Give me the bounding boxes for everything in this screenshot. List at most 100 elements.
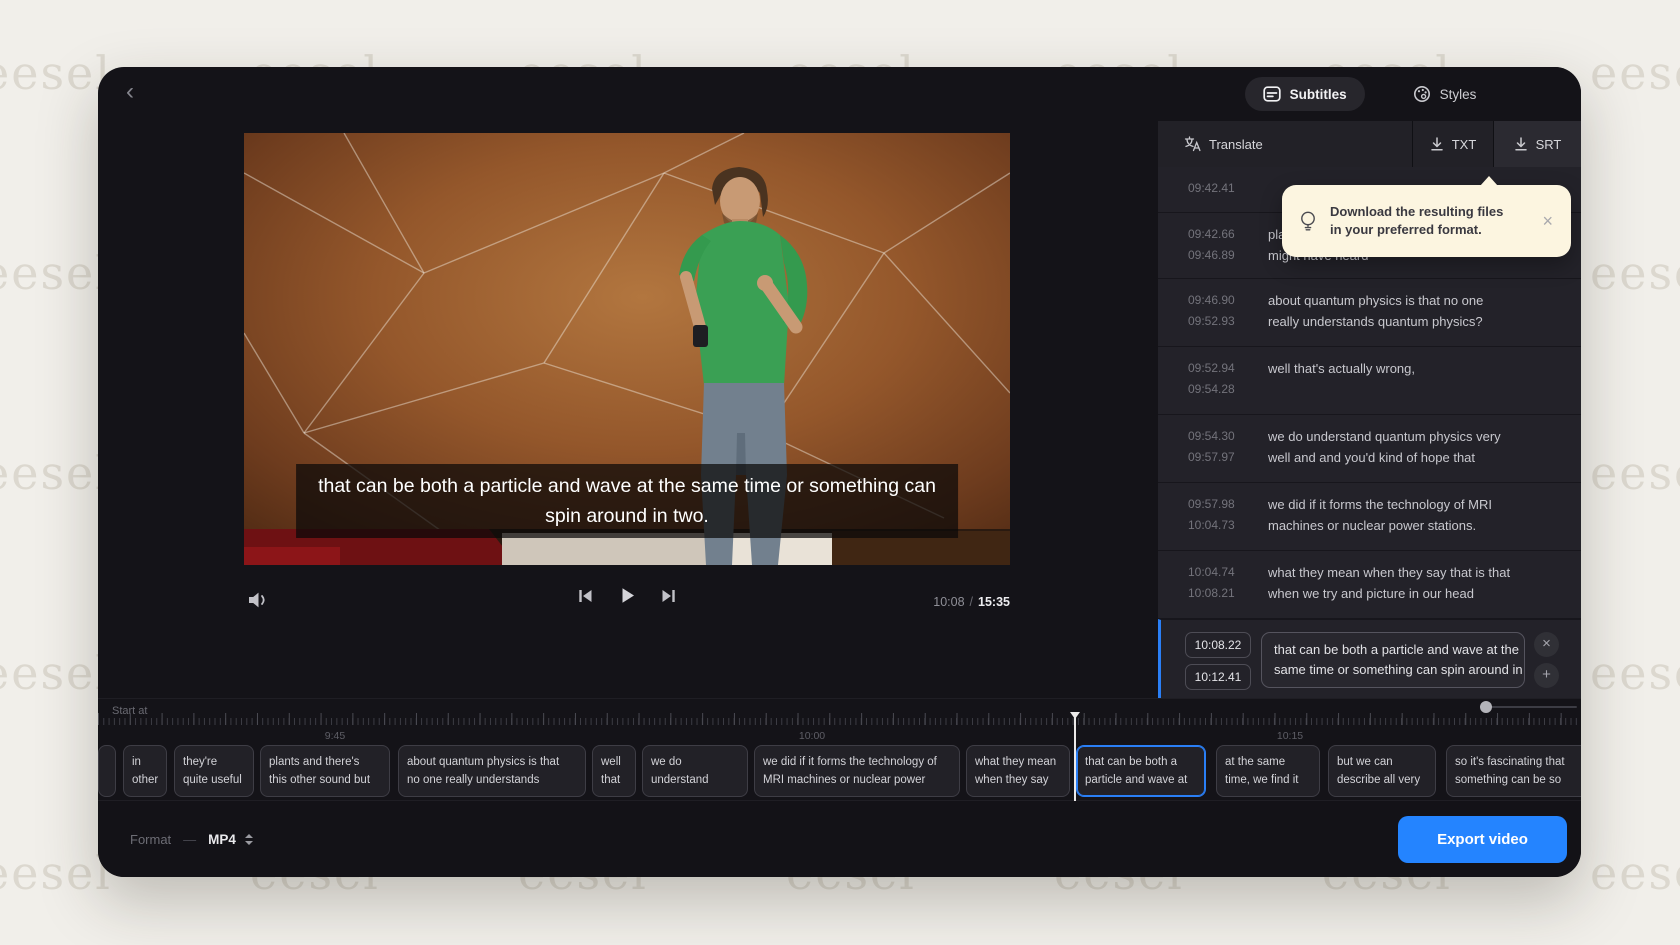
start-time-input[interactable]: 10:08.22 — [1185, 632, 1251, 658]
timeline-segment[interactable]: about quantum physics is thatno one real… — [398, 745, 586, 797]
timeline-segment[interactable]: we did if it forms the technology ofMRI … — [754, 745, 960, 797]
subtitle-row[interactable]: 09:46.9009:52.93about quantum physics is… — [1158, 279, 1581, 347]
end-time-input[interactable]: 10:12.41 — [1185, 664, 1251, 690]
timeline-segment[interactable]: so it's fascinating thatsomething can be… — [1446, 745, 1581, 797]
current-time: 10:08 — [933, 595, 964, 609]
time-display: 10:08/15:35 — [933, 595, 1010, 609]
bottom-bar: Format — MP4 Export video — [98, 800, 1581, 877]
tab-subtitles-label: Subtitles — [1290, 87, 1347, 102]
subtitle-input-line-1: that can be both a particle and wave at … — [1274, 640, 1512, 660]
watermark-text: eesel — [1590, 846, 1680, 900]
timeline: Start at 9:45 10:00 10:15 inotherthey're… — [98, 698, 1581, 800]
subtitle-text: about quantum physics is that no onereal… — [1268, 290, 1483, 346]
video-preview[interactable]: that can be both a particle and wave at … — [244, 133, 1010, 565]
previous-icon[interactable] — [577, 587, 595, 605]
translate-button[interactable]: Translate — [1158, 121, 1412, 167]
subtitle-times: 09:42.41 — [1188, 178, 1268, 212]
lightbulb-icon — [1298, 210, 1318, 232]
timeline-segment[interactable]: but we candescribe all very — [1328, 745, 1436, 797]
timeline-segment[interactable]: we dounderstand — [642, 745, 748, 797]
subtitle-text: what they mean when they say that is tha… — [1268, 562, 1510, 618]
watermark-text: eesel — [0, 46, 112, 100]
subtitle-toolbar: Translate TXT SRT — [1158, 121, 1581, 167]
ruler-label: 9:45 — [325, 730, 345, 742]
download-srt-button[interactable]: SRT — [1494, 121, 1581, 167]
tab-styles-label: Styles — [1440, 87, 1477, 102]
watermark-text: eesel — [1590, 646, 1680, 700]
srt-label: SRT — [1536, 137, 1562, 152]
next-icon[interactable] — [660, 587, 678, 605]
subtitle-times: 10:04.7410:08.21 — [1188, 562, 1268, 618]
timeline-segment[interactable]: wellthat — [592, 745, 636, 797]
tooltip-close-button[interactable]: × — [1536, 207, 1559, 236]
timeline-ruler[interactable] — [98, 713, 1581, 725]
styles-icon — [1413, 85, 1431, 103]
txt-label: TXT — [1452, 137, 1477, 152]
caption-line-1: that can be both a particle and wave at … — [318, 471, 936, 501]
subtitle-times: 09:46.9009:52.93 — [1188, 290, 1268, 346]
desktop-background: eesel eesel eesel eesel eesel eesel eesel eesel… — [0, 0, 1680, 945]
download-icon — [1430, 137, 1444, 151]
watermark-text: eesel — [1590, 46, 1680, 100]
play-icon[interactable] — [617, 585, 638, 606]
subtitle-times: 09:52.9409:54.28 — [1188, 358, 1268, 414]
watermark-text: eesel — [1590, 446, 1680, 500]
subtitle-row[interactable]: 10:04.7410:08.21what they mean when they… — [1158, 551, 1581, 619]
main-area: ‹ — [98, 67, 1158, 698]
subtitles-sidebar: Subtitles Styles — [1158, 67, 1581, 698]
timeline-segment[interactable]: at the sametime, we find it — [1216, 745, 1320, 797]
download-tooltip: Download the resulting files in your pre… — [1282, 185, 1571, 257]
subtitle-row[interactable]: 09:57.9810:04.73we did if it forms the t… — [1158, 483, 1581, 551]
time-inputs: 10:08.22 10:12.41 — [1185, 632, 1251, 690]
subtitle-row-buttons: × + — [1534, 632, 1559, 688]
download-txt-button[interactable]: TXT — [1413, 121, 1493, 167]
tab-styles[interactable]: Styles — [1395, 76, 1495, 112]
sidebar-tabs: Subtitles Styles — [1158, 67, 1581, 121]
timeline-segment-active[interactable]: that can be both aparticle and wave at — [1076, 745, 1206, 797]
format-label: Format — [130, 832, 171, 847]
timeline-segments: inotherthey'requite usefulplants and the… — [98, 745, 1581, 801]
subtitle-text: we did if it forms the technology of MRI… — [1268, 494, 1492, 550]
watermark-text: eesel — [1590, 246, 1680, 300]
subtitle-text: well that's actually wrong, — [1268, 358, 1415, 414]
tooltip-text: Download the resulting files in your pre… — [1330, 203, 1536, 239]
caption-line-2: spin around in two. — [318, 501, 936, 531]
subtitles-icon — [1263, 86, 1281, 102]
timeline-segment[interactable]: plants and there'sthis other sound but — [260, 745, 390, 797]
playhead[interactable] — [1074, 712, 1076, 801]
active-subtitle-row: 10:08.22 10:12.41 that can be both a par… — [1158, 619, 1581, 698]
subtitle-text: we do understand quantum physics verywel… — [1268, 426, 1501, 482]
download-icon — [1514, 137, 1528, 151]
subtitle-input-line-2: same time or something can spin around i… — [1274, 660, 1512, 680]
slider-knob[interactable] — [1480, 701, 1492, 713]
watermark-text: eesel — [0, 446, 112, 500]
timeline-zoom-slider[interactable] — [1480, 701, 1577, 713]
subtitle-times: 09:54.3009:57.97 — [1188, 426, 1268, 482]
export-video-button[interactable]: Export video — [1398, 816, 1567, 863]
volume-icon[interactable] — [246, 589, 270, 611]
video-caption: that can be both a particle and wave at … — [296, 464, 958, 538]
timeline-segment[interactable]: what they meanwhen they say — [966, 745, 1070, 797]
slider-track — [1480, 706, 1577, 708]
tab-subtitles[interactable]: Subtitles — [1245, 77, 1365, 111]
add-subtitle-button[interactable]: + — [1534, 663, 1559, 688]
ruler-label: 10:15 — [1277, 730, 1303, 742]
timeline-segment[interactable]: inother — [123, 745, 167, 797]
timeline-segment[interactable]: they'requite useful — [174, 745, 254, 797]
ruler-label: 10:00 — [799, 730, 825, 742]
subtitle-times: 09:42.6609:46.89 — [1188, 224, 1268, 278]
watermark-text: eesel — [0, 646, 112, 700]
subtitle-text-input[interactable]: that can be both a particle and wave at … — [1261, 632, 1525, 688]
subtitle-row[interactable]: 09:54.3009:57.97we do understand quantum… — [1158, 415, 1581, 483]
delete-subtitle-button[interactable]: × — [1534, 632, 1559, 657]
total-time: 15:35 — [978, 595, 1010, 609]
format-stepper-icon[interactable] — [245, 834, 253, 845]
player-controls: 10:08/15:35 — [244, 565, 1010, 655]
transport-controls — [577, 585, 678, 606]
playhead-handle-icon — [1070, 712, 1080, 719]
timeline-segment[interactable] — [98, 745, 116, 797]
format-select[interactable]: MP4 — [208, 832, 236, 847]
watermark-text: eesel — [0, 246, 112, 300]
subtitle-row[interactable]: 09:52.9409:54.28well that's actually wro… — [1158, 347, 1581, 415]
back-button[interactable]: ‹ — [116, 79, 144, 107]
